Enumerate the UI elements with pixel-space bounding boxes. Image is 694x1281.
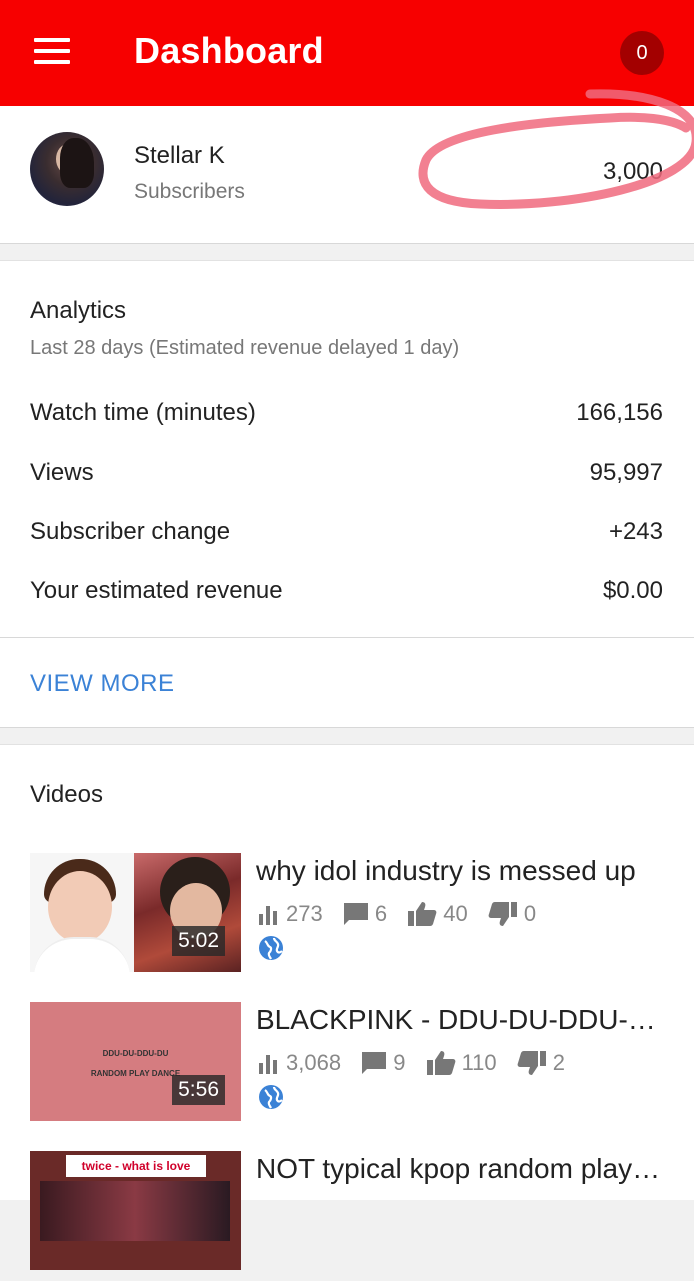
views-count: 3,068: [286, 1049, 342, 1075]
dislikes-count: 0: [523, 900, 537, 926]
likes-count: 110: [461, 1049, 497, 1075]
video-stats: 3,068 9 110 2: [258, 1048, 579, 1076]
video-item[interactable]: DDU-DU-DDU-DU RANDOM PLAY DANCE 5:56 BLA…: [0, 1002, 694, 1132]
analytics-row: Views 95,997: [30, 459, 663, 499]
analytics-row: Watch time (minutes) 166,156: [30, 399, 663, 439]
analytics-card: Analytics Last 28 days (Estimated revenu…: [0, 260, 694, 638]
dislikes-count: 2: [552, 1049, 566, 1075]
comments-stat: 9: [361, 1049, 405, 1076]
likes-stat: 40: [407, 900, 468, 927]
video-item[interactable]: twice - what is love NOT typical kpop ra…: [0, 1151, 694, 1281]
view-more-link[interactable]: VIEW MORE: [30, 670, 175, 698]
likes-count: 40: [443, 900, 468, 926]
video-title[interactable]: BLACKPINK - DDU-DU-DDU-DU RANDOM PLAY DA…: [256, 1004, 666, 1036]
comment-icon: [343, 902, 368, 925]
channel-card: Stellar K Subscribers 3,000: [0, 106, 694, 244]
view-more-card: VIEW MORE: [0, 638, 694, 728]
subscriber-change-value: +243: [608, 518, 663, 545]
page-title: Dashboard: [134, 30, 324, 71]
watch-time-value: 166,156: [576, 399, 663, 426]
videos-card: Videos 5:02 why idol industry is messed …: [0, 744, 694, 1270]
analytics-row: Your estimated revenue $0.00: [30, 577, 663, 617]
app-bar: Dashboard 0: [0, 0, 694, 106]
comment-icon: [362, 1051, 387, 1074]
menu-icon[interactable]: [34, 38, 70, 68]
thumbs-down-icon: [488, 901, 517, 926]
video-title[interactable]: NOT typical kpop random play dance: [256, 1153, 666, 1185]
likes-stat: 110: [426, 1049, 497, 1076]
views-stat: 3,068: [258, 1049, 341, 1076]
globe-icon: [259, 936, 283, 960]
views-label: Views: [30, 459, 94, 486]
video-duration: 5:02: [172, 926, 225, 956]
dislikes-stat: 0: [488, 900, 536, 927]
video-thumbnail[interactable]: DDU-DU-DDU-DU RANDOM PLAY DANCE 5:56: [30, 1002, 241, 1121]
channel-name: Stellar K: [134, 142, 225, 169]
comments-count: 9: [393, 1049, 406, 1075]
avatar[interactable]: [30, 132, 104, 206]
video-item[interactable]: 5:02 why idol industry is messed up 273 …: [0, 853, 694, 983]
analytics-row: Subscriber change +243: [30, 518, 663, 558]
comments-count: 6: [374, 900, 388, 926]
views-stat: 273: [258, 900, 323, 927]
analytics-subtitle: Last 28 days (Estimated revenue delayed …: [30, 337, 460, 359]
revenue-value: $0.00: [602, 577, 663, 604]
bar-chart-icon: [259, 1054, 277, 1074]
globe-icon: [259, 1085, 283, 1109]
subscriber-count: 3,000: [602, 158, 663, 185]
views-value: 95,997: [589, 459, 663, 486]
bar-chart-icon: [259, 905, 277, 925]
video-duration: 5:56: [172, 1075, 225, 1105]
thumbs-up-icon: [426, 1050, 455, 1075]
subscriber-change-label: Subscriber change: [30, 518, 231, 545]
subscribers-label: Subscribers: [134, 180, 245, 203]
dislikes-stat: 2: [517, 1049, 565, 1076]
video-thumbnail[interactable]: twice - what is love: [30, 1151, 241, 1270]
watch-time-label: Watch time (minutes): [30, 399, 256, 426]
views-count: 273: [286, 900, 323, 926]
thumbs-up-icon: [408, 901, 437, 926]
video-stats: 273 6 40 0: [258, 899, 550, 927]
video-title[interactable]: why idol industry is messed up: [256, 855, 666, 887]
videos-title: Videos: [30, 781, 103, 808]
comments-stat: 6: [343, 900, 387, 927]
notification-badge[interactable]: 0: [620, 31, 664, 75]
video-thumbnail[interactable]: 5:02: [30, 853, 241, 972]
revenue-label: Your estimated revenue: [30, 577, 283, 604]
analytics-title: Analytics: [30, 297, 127, 324]
thumbnail-text: twice - what is love: [66, 1155, 206, 1177]
thumbs-down-icon: [517, 1050, 546, 1075]
